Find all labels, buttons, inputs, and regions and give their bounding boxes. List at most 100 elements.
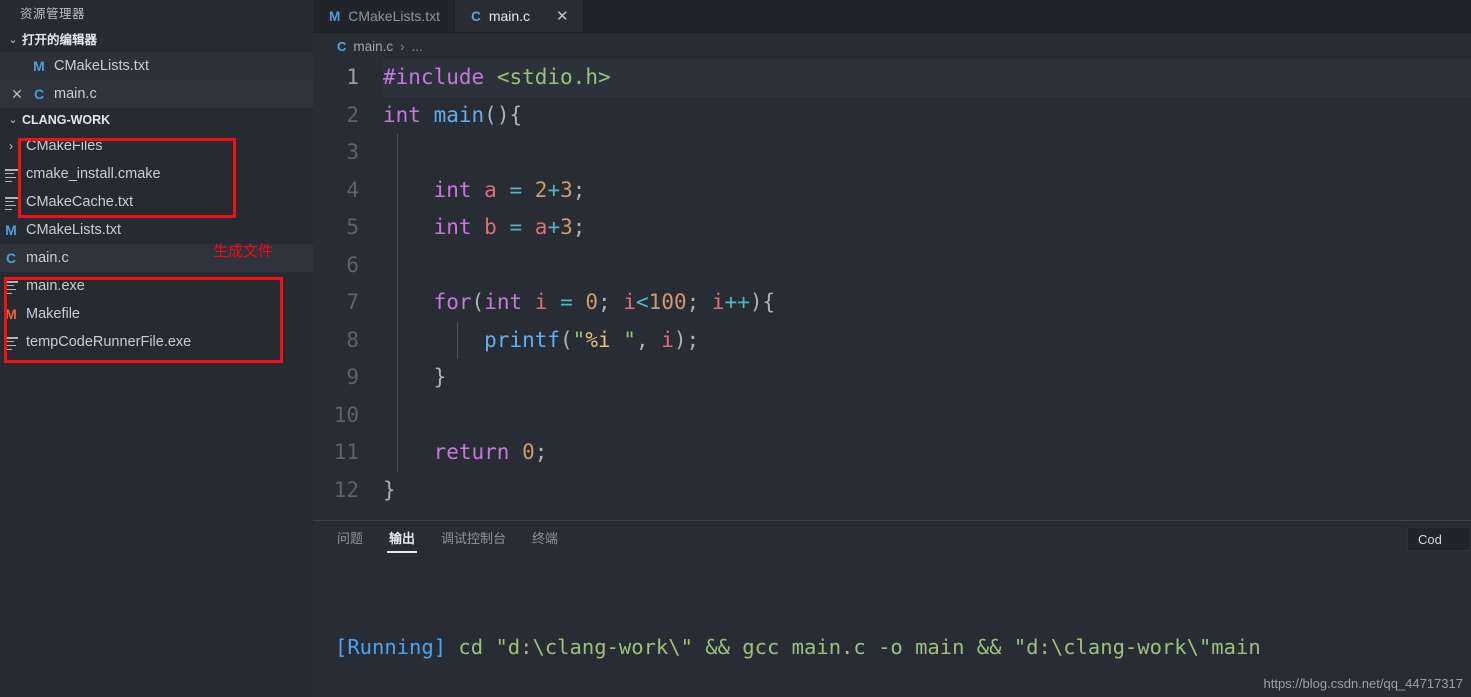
code-text: int b = a+3;	[383, 209, 1471, 247]
tree-item-label: CMakeLists.txt	[26, 222, 122, 238]
panel-tab-bar: 问题 输出 调试控制台 终端	[313, 521, 1471, 555]
open-editors-label: 打开的编辑器	[22, 33, 98, 47]
open-editor-item-mainc[interactable]: ✕ C main.c	[0, 80, 313, 108]
code-line: 11 return 0;	[313, 434, 1471, 472]
c-file-icon: C	[471, 8, 481, 24]
code-text	[383, 246, 1471, 284]
code-text: int a = 2+3;	[383, 171, 1471, 209]
code-text: return 0;	[383, 434, 1471, 472]
tree-item-mainc[interactable]: C main.c	[0, 244, 313, 272]
close-icon[interactable]: ✕	[556, 9, 569, 24]
code-line: 5 int b = a+3;	[313, 209, 1471, 247]
tree-item-makefile[interactable]: M Makefile	[0, 300, 313, 328]
close-icon[interactable]: ✕	[6, 86, 28, 103]
code-line: 10	[313, 396, 1471, 434]
tree-item-cmakefiles[interactable]: › CMakeFiles	[0, 132, 313, 160]
editor-area: M CMakeLists.txt C main.c ✕ C main.c › .…	[313, 0, 1471, 697]
tab-output[interactable]: 输出	[387, 522, 418, 555]
code-line: 8 printf("%i ", i);	[313, 321, 1471, 359]
code-editor[interactable]: 1 #include <stdio.h> 2 int main(){ 3 4 i…	[313, 59, 1471, 520]
generic-file-icon	[0, 194, 22, 211]
code-line: 2 int main(){	[313, 97, 1471, 135]
code-text: #include <stdio.h>	[383, 59, 1471, 97]
tree-item-label: Makefile	[26, 306, 80, 322]
bottom-panel: 问题 输出 调试控制台 终端 Cod [Running] cd "d:\clan…	[313, 520, 1471, 697]
tab-label: CMakeLists.txt	[348, 8, 441, 24]
open-editor-label: CMakeLists.txt	[54, 58, 150, 74]
open-editor-label: main.c	[54, 86, 97, 102]
line-number: 9	[346, 365, 359, 389]
c-file-icon: C	[33, 86, 45, 102]
generic-file-icon	[0, 166, 22, 183]
output-content: [Running] cd "d:\clang-work\" && gcc mai…	[313, 555, 1471, 697]
tab-problems[interactable]: 问题	[335, 522, 365, 555]
c-file-icon: C	[337, 38, 347, 54]
code-line: 1 #include <stdio.h>	[313, 59, 1471, 97]
tree-item-label: main.exe	[26, 278, 85, 294]
makefile-icon: M	[5, 306, 17, 322]
chevron-right-icon: ›	[9, 139, 13, 153]
code-text: }	[383, 477, 396, 502]
line-number: 7	[346, 290, 359, 314]
code-text: printf("%i ", i);	[383, 321, 1471, 359]
line-number: 8	[346, 327, 359, 352]
markdown-file-icon: M	[33, 58, 45, 74]
tree-item-label: cmake_install.cmake	[26, 166, 161, 182]
chevron-right-icon: ›	[400, 38, 405, 54]
tab-cmakelists[interactable]: M CMakeLists.txt	[313, 0, 456, 32]
tree-item-cmake-install[interactable]: cmake_install.cmake	[0, 160, 313, 188]
tab-debug-console[interactable]: 调试控制台	[439, 522, 508, 555]
running-tag: [Running]	[335, 635, 447, 659]
code-line: 9 }	[313, 359, 1471, 397]
code-line: 7 for(int i = 0; i<100; i++){	[313, 284, 1471, 322]
line-number: 1	[346, 65, 359, 89]
workspace-label: CLANG-WORK	[22, 113, 111, 127]
tree-item-tempcoderunnerfile[interactable]: tempCodeRunnerFile.exe	[0, 328, 313, 356]
explorer-sidebar: 资源管理器 ⌄ 打开的编辑器 M CMakeLists.txt ✕ C main…	[0, 0, 313, 697]
explorer-title: 资源管理器	[20, 7, 86, 21]
c-file-icon: C	[5, 250, 17, 266]
code-line: 12 }	[313, 472, 1471, 510]
breadcrumb-symbol[interactable]: ...	[412, 39, 423, 54]
markdown-file-icon: M	[329, 8, 341, 24]
tree-item-cmakecache[interactable]: CMakeCache.txt	[0, 188, 313, 216]
code-line: 4 int a = 2+3;	[313, 171, 1471, 209]
code-text: int main(){	[383, 102, 523, 127]
line-number: 6	[346, 252, 359, 277]
code-line: 6	[313, 246, 1471, 284]
output-channel-select[interactable]: Cod	[1407, 527, 1471, 551]
line-number: 12	[333, 477, 359, 502]
markdown-file-icon: M	[5, 222, 17, 238]
code-text: for(int i = 0; i<100; i++){	[383, 284, 1471, 322]
line-number: 10	[333, 402, 359, 427]
tree-item-label: CMakeCache.txt	[26, 194, 134, 210]
tree-item-cmakelists[interactable]: M CMakeLists.txt	[0, 216, 313, 244]
vscode-window: 资源管理器 ⌄ 打开的编辑器 M CMakeLists.txt ✕ C main…	[0, 0, 1471, 697]
editor-tab-bar: M CMakeLists.txt C main.c ✕	[313, 0, 1471, 33]
output-line-running: [Running] cd "d:\clang-work\" && gcc mai…	[335, 629, 1471, 666]
breadcrumb[interactable]: C main.c › ...	[313, 33, 1471, 59]
line-number: 11	[333, 440, 359, 464]
code-text: }	[383, 359, 1471, 397]
tab-label: main.c	[488, 8, 531, 24]
tree-item-label: CMakeFiles	[26, 138, 103, 154]
line-number: 2	[346, 102, 359, 127]
generic-file-icon	[0, 334, 22, 351]
tree-item-label: tempCodeRunnerFile.exe	[26, 334, 192, 350]
running-command: cd "d:\clang-work\" && gcc main.c -o mai…	[446, 635, 1261, 659]
generic-file-icon	[0, 278, 22, 295]
open-editor-item-cmakelists[interactable]: M CMakeLists.txt	[0, 52, 313, 80]
tab-terminal[interactable]: 终端	[530, 522, 560, 555]
tree-item-mainexe[interactable]: main.exe	[0, 272, 313, 300]
open-editors-section-header[interactable]: ⌄ 打开的编辑器	[0, 28, 313, 52]
line-number: 5	[346, 215, 359, 239]
code-line: 3	[313, 134, 1471, 172]
tab-mainc[interactable]: C main.c ✕	[455, 0, 584, 32]
line-number: 3	[346, 140, 359, 164]
chevron-down-icon: ⌄	[8, 114, 18, 126]
workspace-section-header[interactable]: ⌄ CLANG-WORK	[0, 108, 313, 132]
chevron-down-icon: ⌄	[8, 34, 18, 46]
breadcrumb-file[interactable]: main.c	[353, 39, 393, 54]
code-text	[383, 396, 1471, 434]
line-number: 4	[346, 177, 359, 202]
